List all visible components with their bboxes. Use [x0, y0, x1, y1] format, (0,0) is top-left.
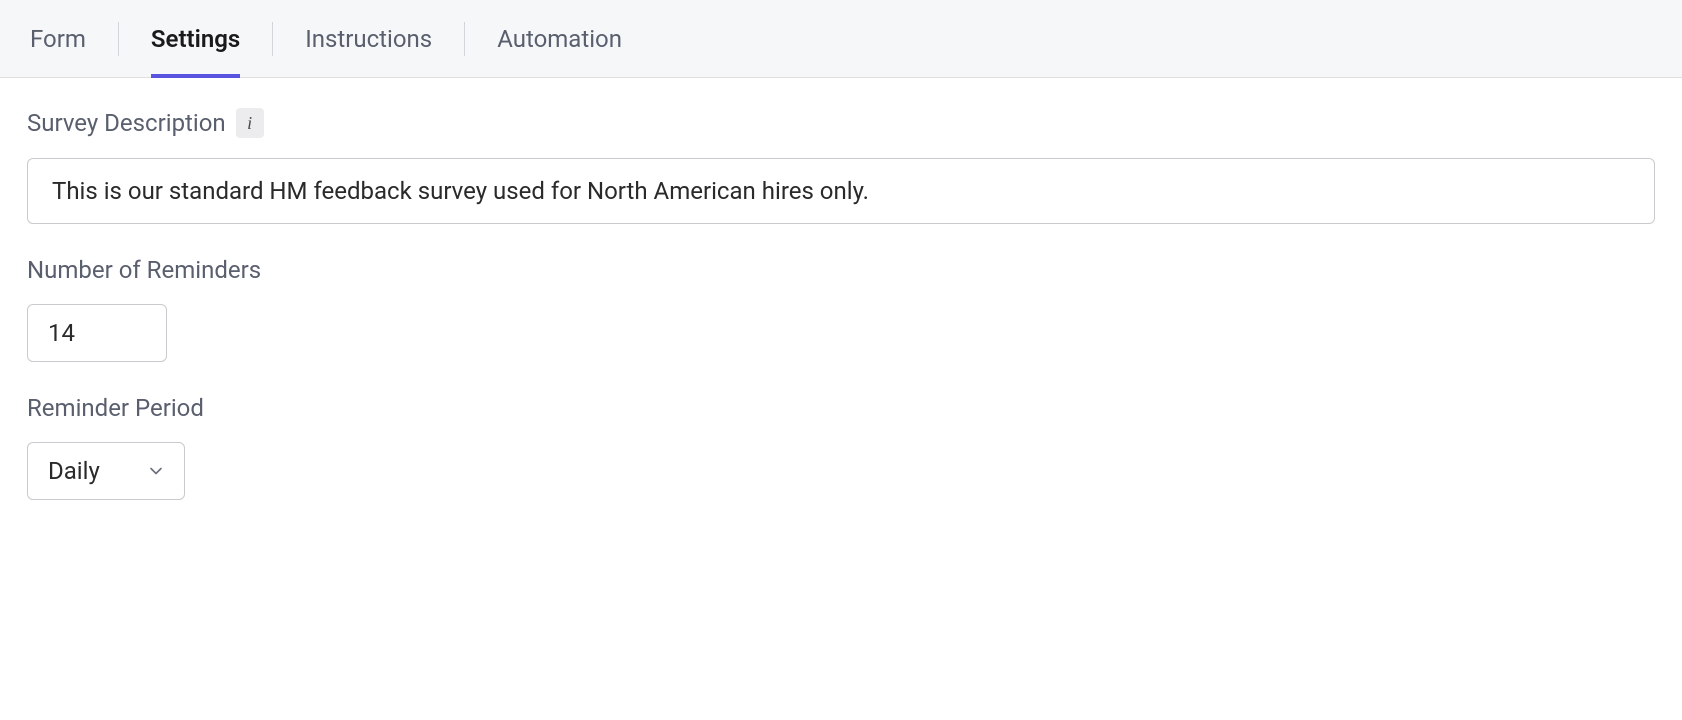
settings-panel: Survey Description i Number of Reminders… [0, 78, 1682, 562]
tab-bar: Form Settings Instructions Automation [0, 0, 1682, 78]
tab-instructions[interactable]: Instructions [305, 1, 432, 77]
field-label-row: Reminder Period [27, 394, 1655, 422]
reminder-period-select[interactable]: Daily [27, 442, 185, 500]
survey-description-field: Survey Description i [27, 108, 1655, 224]
number-of-reminders-field: Number of Reminders [27, 256, 1655, 362]
survey-description-input[interactable] [27, 158, 1655, 224]
number-of-reminders-label: Number of Reminders [27, 256, 261, 284]
tab-automation[interactable]: Automation [497, 1, 622, 77]
field-label-row: Number of Reminders [27, 256, 1655, 284]
survey-description-label: Survey Description [27, 109, 226, 137]
reminder-period-label: Reminder Period [27, 394, 204, 422]
reminder-period-field: Reminder Period Daily [27, 394, 1655, 500]
reminder-period-value: Daily [48, 457, 148, 485]
tab-settings[interactable]: Settings [151, 1, 240, 77]
chevron-down-icon [148, 463, 164, 479]
field-label-row: Survey Description i [27, 108, 1655, 138]
info-icon[interactable]: i [236, 108, 264, 138]
tab-form[interactable]: Form [30, 1, 86, 77]
tab-separator [272, 22, 273, 56]
number-of-reminders-input[interactable] [27, 304, 167, 362]
tab-separator [118, 22, 119, 56]
tab-separator [464, 22, 465, 56]
